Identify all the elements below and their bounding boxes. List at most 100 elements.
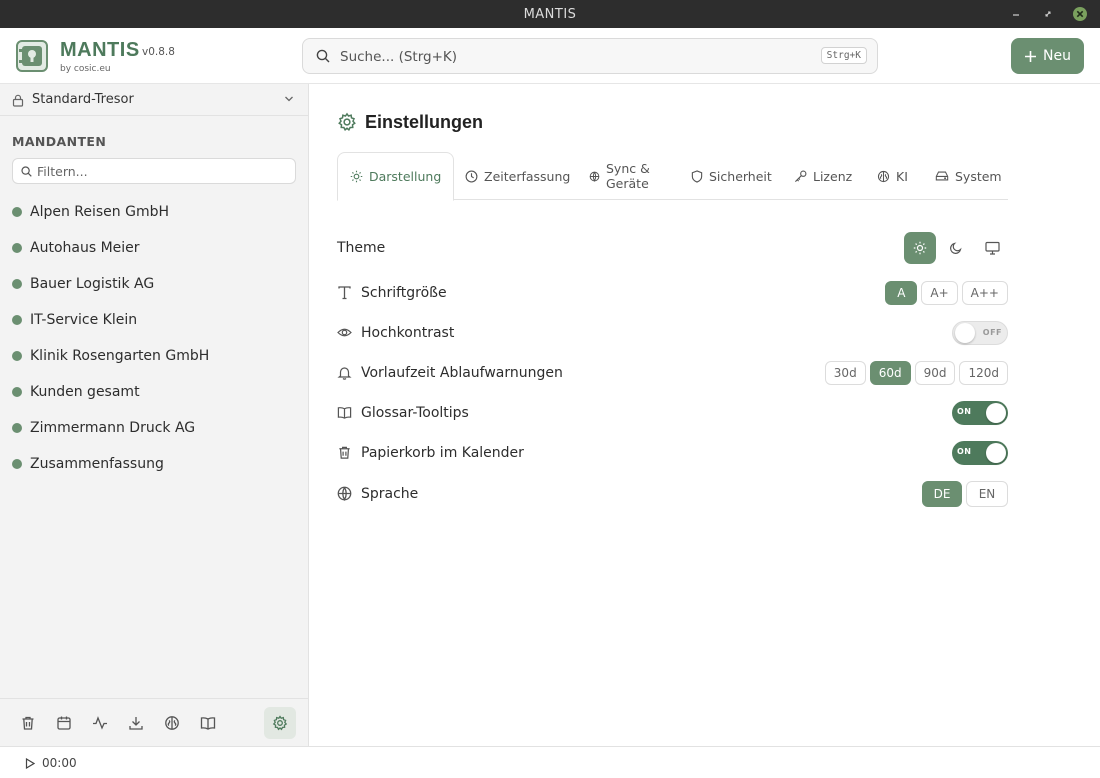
bell-icon [337, 365, 352, 380]
status-dot [12, 459, 22, 469]
client-name: Autohaus Meier [30, 240, 140, 256]
search-placeholder: Suche... (Strg+K) [340, 49, 458, 65]
lead-time-option[interactable]: 120d [959, 361, 1008, 385]
book-icon[interactable] [192, 707, 224, 739]
sidebar: Standard-Tresor MANDANTEN Filtern... Alp… [0, 84, 309, 746]
minimize-icon[interactable] [1008, 6, 1024, 22]
setting-label: Hochkontrast [361, 325, 455, 341]
tab-system[interactable]: System [935, 152, 1002, 200]
lead-time-option[interactable]: 60d [869, 361, 911, 385]
plus-icon [1024, 50, 1037, 63]
app-byline: by cosic.eu [60, 64, 111, 74]
trash-calendar-toggle[interactable]: ON [952, 441, 1008, 465]
toggle-state: ON [957, 447, 972, 456]
brain-icon[interactable] [156, 707, 188, 739]
tab-sicherheit[interactable]: Sicherheit [691, 152, 772, 200]
new-button[interactable]: Neu [1011, 38, 1084, 74]
globe-icon [589, 171, 600, 182]
gear-icon[interactable] [264, 707, 296, 739]
moon-icon[interactable] [940, 232, 972, 264]
high-contrast-toggle[interactable]: OFF [952, 321, 1008, 345]
window-title: MANTIS [523, 7, 577, 22]
tab-label: Zeiterfassung [484, 168, 571, 184]
font-size-option[interactable]: A+ [921, 281, 958, 305]
list-item[interactable]: Alpen Reisen GmbH [0, 194, 308, 230]
new-button-label: Neu [1043, 48, 1071, 64]
status-dot [12, 207, 22, 217]
lead-time-option[interactable]: 90d [914, 361, 956, 385]
tab-label: Lizenz [813, 168, 853, 184]
shield-icon [691, 169, 703, 183]
client-name: Alpen Reisen GmbH [30, 204, 170, 220]
tab-label: Sicherheit [709, 168, 772, 184]
activity-icon[interactable] [84, 707, 116, 739]
toggle-wrapper: OFF [952, 317, 1008, 349]
vault-selector[interactable]: Standard-Tresor [0, 84, 308, 116]
language-selector: DE EN [922, 478, 1008, 510]
list-item[interactable]: IT-Service Klein [0, 302, 308, 338]
trash-icon[interactable] [12, 707, 44, 739]
search-shortcut-badge: Strg+K [820, 47, 867, 64]
app-version: v0.8.8 [142, 46, 175, 58]
tab-label: Darstellung [369, 169, 442, 184]
setting-font-size: Schriftgröße A A+ A++ [337, 277, 1008, 309]
toggle-knob [986, 403, 1006, 423]
setting-trash-calendar: Papierkorb im Kalender ON [337, 437, 1008, 469]
setting-label: Glossar-Tooltips [361, 405, 469, 421]
lead-time-selector: 30d 60d 90d 120d [824, 357, 1008, 389]
status-bar: 00:00 [0, 746, 1100, 778]
clients-section-title: MANDANTEN [12, 134, 107, 149]
glossary-toggle[interactable]: ON [952, 401, 1008, 425]
settings-tabs: Darstellung Zeiterfassung Sync & Geräte … [337, 152, 1008, 201]
search-input[interactable]: Suche... (Strg+K) Strg+K [302, 38, 878, 74]
tab-ki[interactable]: KI [877, 152, 908, 200]
setting-label: Theme [337, 240, 386, 256]
status-dot [12, 279, 22, 289]
tab-lizenz[interactable]: Lizenz [794, 152, 852, 200]
key-icon [794, 170, 807, 183]
list-item[interactable]: Bauer Logistik AG [0, 266, 308, 302]
status-dot [12, 423, 22, 433]
type-icon [337, 285, 352, 300]
font-size-option[interactable]: A++ [961, 281, 1008, 305]
font-size-option[interactable]: A [885, 281, 918, 305]
calendar-icon[interactable] [48, 707, 80, 739]
client-filter-input[interactable]: Filtern... [12, 158, 296, 184]
status-dot [12, 243, 22, 253]
timer-display: 00:00 [42, 756, 77, 770]
setting-theme: Theme [337, 232, 1008, 264]
play-icon[interactable] [25, 758, 35, 769]
gear-icon [337, 112, 357, 132]
tab-label: Sync & Geräte [606, 161, 650, 191]
setting-label: Schriftgröße [361, 285, 447, 301]
app-header: MANTIS v0.8.8 by cosic.eu Suche... (Strg… [0, 28, 1100, 84]
close-icon[interactable] [1072, 6, 1088, 22]
page-title: Einstellungen [365, 112, 484, 132]
sun-icon[interactable] [904, 232, 936, 264]
settings-panel: Einstellungen Darstellung Zeiterfassung … [309, 84, 1100, 746]
list-item[interactable]: Zusammenfassung [0, 446, 308, 482]
tab-zeiterfassung[interactable]: Zeiterfassung [465, 152, 570, 200]
list-item[interactable]: Autohaus Meier [0, 230, 308, 266]
tab-sync[interactable]: Sync & Geräte [589, 152, 650, 200]
language-option[interactable]: EN [966, 481, 1008, 507]
trash-icon [337, 445, 352, 460]
brain-icon [877, 170, 890, 183]
language-option[interactable]: DE [922, 481, 962, 507]
toggle-knob [955, 323, 975, 343]
setting-label: Sprache [361, 486, 419, 502]
toggle-wrapper: ON [952, 437, 1008, 469]
list-item[interactable]: Zimmermann Druck AG [0, 410, 308, 446]
download-icon[interactable] [120, 707, 152, 739]
list-item[interactable]: Kunden gesamt [0, 374, 308, 410]
lead-time-option[interactable]: 30d [824, 361, 866, 385]
filter-placeholder: Filtern... [37, 164, 88, 179]
list-item[interactable]: Klinik Rosengarten GmbH [0, 338, 308, 374]
maximize-icon[interactable] [1040, 6, 1056, 22]
tab-darstellung[interactable]: Darstellung [337, 152, 455, 201]
sun-icon [350, 170, 363, 183]
sidebar-toolbar [0, 698, 308, 746]
monitor-icon[interactable] [976, 232, 1008, 264]
hard-drive-icon [935, 170, 949, 182]
client-name: Bauer Logistik AG [30, 276, 155, 292]
